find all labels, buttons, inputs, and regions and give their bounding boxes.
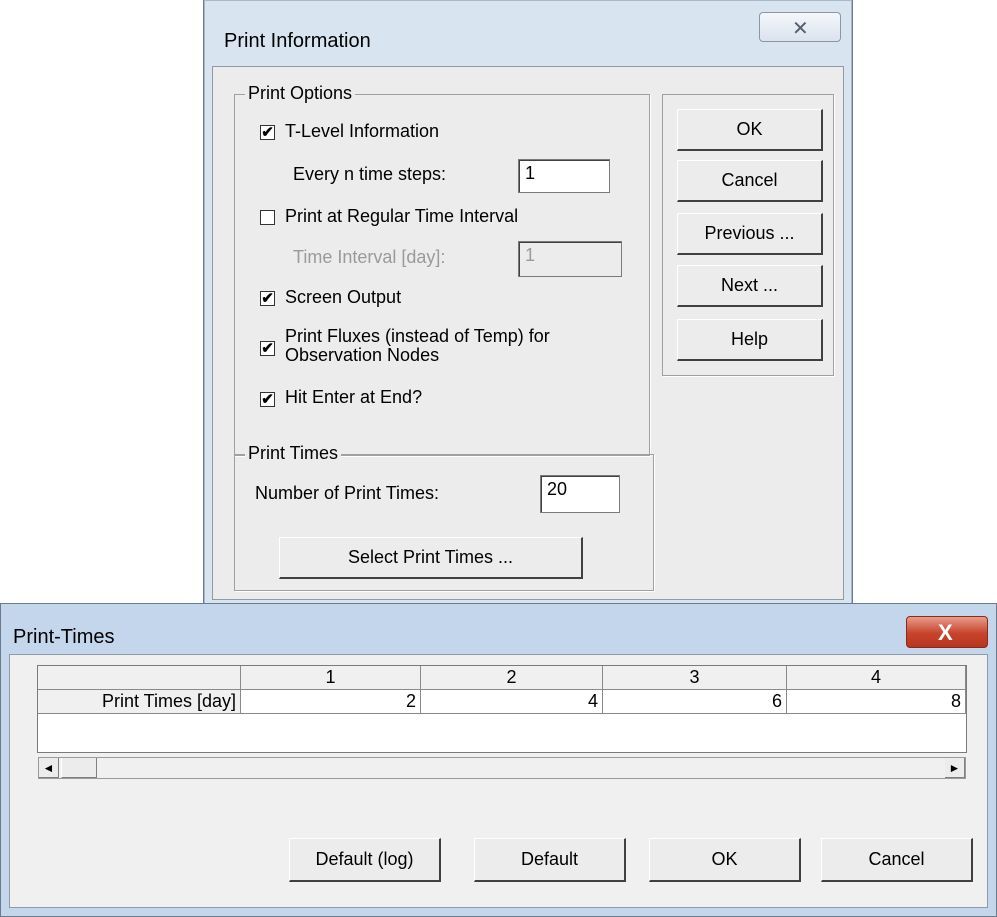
arrow-left-icon: ◄ bbox=[42, 761, 55, 775]
grid-cell[interactable]: 4 bbox=[421, 690, 603, 714]
row-header: Print Times [day] bbox=[38, 690, 241, 714]
hit-enter-checkbox[interactable]: ✔ bbox=[260, 392, 275, 407]
check-icon: ✔ bbox=[261, 124, 274, 141]
print-information-window: Print Information ✕ Print Options ✔ T-Le… bbox=[203, 0, 853, 612]
time-interval-label: Time Interval [day]: bbox=[293, 247, 446, 267]
column-header: 3 bbox=[603, 666, 787, 690]
scroll-left-button[interactable]: ◄ bbox=[39, 758, 59, 778]
column-header: 4 bbox=[787, 666, 966, 690]
previous-button[interactable]: Previous ... bbox=[677, 213, 823, 255]
check-icon: ✔ bbox=[261, 391, 274, 408]
scroll-right-button[interactable]: ► bbox=[945, 758, 965, 778]
select-print-times-button[interactable]: Select Print Times ... bbox=[279, 537, 583, 579]
next-button[interactable]: Next ... bbox=[677, 265, 823, 307]
column-header: 2 bbox=[421, 666, 603, 690]
column-header: 1 bbox=[241, 666, 421, 690]
print-fluxes-label: Print Fluxes (instead of Temp) for Obser… bbox=[285, 327, 550, 365]
screen-output-label: Screen Output bbox=[285, 287, 402, 307]
window-title: Print Information bbox=[224, 30, 371, 52]
horizontal-scrollbar[interactable]: ◄ ► bbox=[38, 757, 966, 779]
regular-interval-label: Print at Regular Time Interval bbox=[285, 206, 519, 226]
ok-button[interactable]: OK bbox=[677, 109, 823, 151]
print-options-label: Print Options bbox=[245, 83, 356, 104]
check-icon: ✔ bbox=[261, 290, 274, 307]
regular-interval-checkbox[interactable] bbox=[260, 210, 275, 225]
every-n-label: Every n time steps: bbox=[293, 164, 447, 184]
close-button[interactable]: ✕ bbox=[759, 12, 841, 42]
t-level-label: T-Level Information bbox=[285, 121, 440, 141]
grid-cell[interactable]: 2 bbox=[241, 690, 421, 714]
ok-button[interactable]: OK bbox=[649, 838, 801, 882]
window-title: Print-Times bbox=[13, 626, 115, 648]
print-fluxes-line1: Print Fluxes (instead of Temp) for bbox=[285, 326, 550, 346]
time-interval-input[interactable]: 1 bbox=[518, 241, 622, 277]
check-icon: ✔ bbox=[261, 340, 274, 357]
close-icon: X bbox=[938, 620, 953, 645]
close-button[interactable]: X bbox=[906, 616, 988, 648]
number-of-print-times-label: Number of Print Times: bbox=[255, 483, 440, 503]
default-log-button[interactable]: Default (log) bbox=[289, 838, 441, 882]
cancel-button[interactable]: Cancel bbox=[821, 838, 973, 882]
grid-cell[interactable]: 8 bbox=[787, 690, 966, 714]
print-times-grid: 1 2 3 4 Print Times [day] 2 4 6 8 bbox=[37, 665, 967, 753]
help-button[interactable]: Help bbox=[677, 319, 823, 361]
arrow-right-icon: ► bbox=[948, 761, 961, 775]
close-icon: ✕ bbox=[792, 18, 809, 40]
scroll-thumb[interactable] bbox=[61, 758, 97, 778]
print-fluxes-checkbox[interactable]: ✔ bbox=[260, 341, 275, 356]
t-level-checkbox[interactable]: ✔ bbox=[260, 125, 275, 140]
dialog-client-area: Print Options ✔ T-Level Information Ever… bbox=[212, 66, 844, 600]
screen-output-checkbox[interactable]: ✔ bbox=[260, 291, 275, 306]
every-n-input[interactable]: 1 bbox=[518, 159, 610, 193]
print-fluxes-line2: Observation Nodes bbox=[285, 345, 440, 365]
cancel-button[interactable]: Cancel bbox=[677, 160, 823, 202]
print-times-label: Print Times bbox=[245, 443, 342, 464]
hit-enter-label: Hit Enter at End? bbox=[285, 387, 423, 407]
number-of-print-times-input[interactable]: 20 bbox=[540, 475, 620, 513]
default-button[interactable]: Default bbox=[474, 838, 626, 882]
grid-cell[interactable]: 6 bbox=[603, 690, 787, 714]
grid-corner-cell bbox=[38, 666, 241, 690]
